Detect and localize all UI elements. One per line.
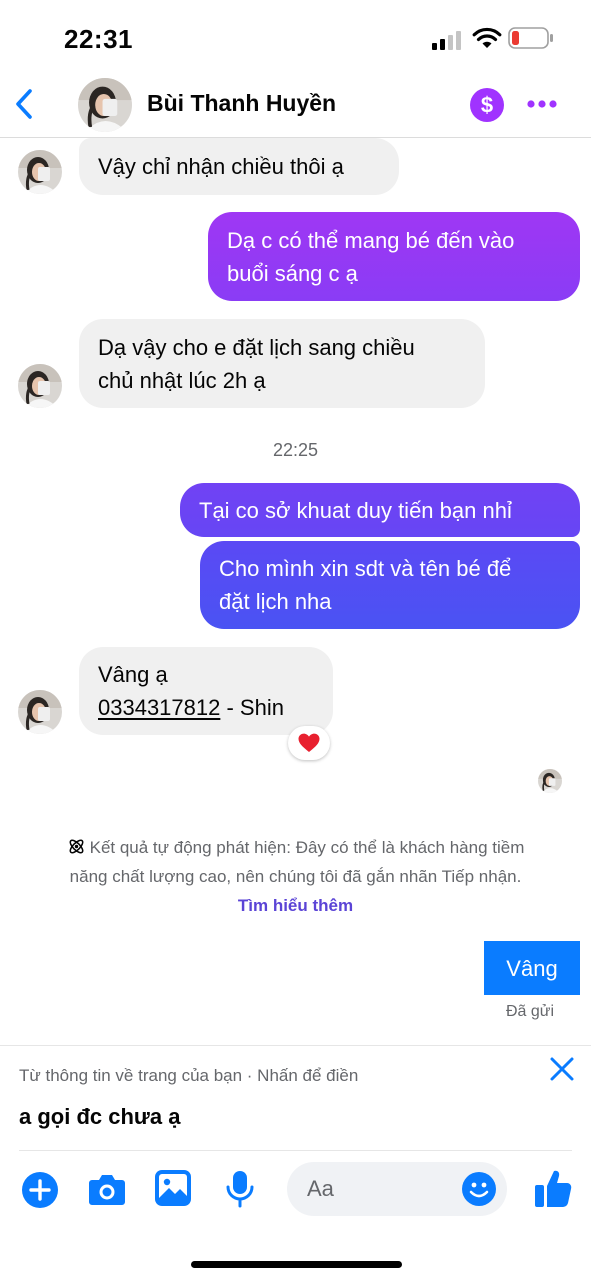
battery-icon [508, 27, 553, 49]
message-text: Cho mình xin sdt và tên bé để [219, 556, 512, 581]
message-text: Vâng [506, 955, 558, 981]
notice-text-line-1: Kết quả tự động phát hiện: Đây có thể là… [89, 838, 525, 857]
message-timestamp: 22:25 [272, 440, 319, 460]
wifi-icon [472, 27, 502, 48]
gallery-icon[interactable] [155, 1170, 191, 1206]
sender-avatar[interactable] [18, 690, 62, 734]
notice-text-line-2: năng chất lượng cao, nên chúng tôi đã gắ… [69, 867, 522, 886]
sender-avatar[interactable] [18, 150, 62, 194]
phone-number-link[interactable]: 0334317812 [98, 695, 220, 720]
message-input[interactable] [307, 1162, 457, 1216]
message-incoming[interactable]: Dạ vậy cho e đặt lịch sang chiều chủ nhậ… [79, 319, 485, 408]
thumbs-up-icon[interactable] [534, 1168, 572, 1208]
auto-detect-notice: Kết quả tự động phát hiện: Đây có thể là… [20, 833, 571, 920]
plus-icon[interactable] [22, 1172, 58, 1208]
message-outgoing[interactable]: Cho mình xin sdt và tên bé để đặt lịch n… [200, 541, 580, 629]
seen-indicator-avatar [538, 769, 562, 793]
suggested-reply-panel: Từ thông tin về trang của bạn · Nhấn để … [0, 1045, 591, 1151]
divider [19, 1150, 572, 1151]
message-text: buổi sáng c ạ [227, 260, 358, 286]
contact-avatar[interactable] [78, 78, 132, 132]
svg-text:$: $ [481, 93, 493, 118]
message-field[interactable] [287, 1162, 507, 1216]
contact-name[interactable]: Bùi Thanh Huyền [147, 90, 336, 117]
reaction-badge[interactable] [288, 726, 330, 760]
message-text: Dạ vậy cho e đặt lịch sang chiều [98, 334, 415, 360]
message-incoming[interactable]: Vâng ạ 0334317812 - Shin [79, 647, 333, 735]
conversation-header: Bùi Thanh Huyền $ [0, 72, 591, 138]
atom-icon [69, 839, 84, 854]
sent-status: Đã gửi [505, 1003, 555, 1020]
message-outgoing[interactable]: Dạ c có thể mang bé đến vào buổi sáng c … [208, 212, 580, 301]
dollar-icon[interactable]: $ [470, 88, 504, 122]
message-composer [0, 1158, 591, 1224]
status-bar: 22:31 [0, 0, 591, 72]
learn-more-link[interactable]: Tìm hiểu thêm [20, 891, 571, 920]
sender-avatar[interactable] [18, 364, 62, 408]
message-outgoing[interactable]: Tại co sở khuat duy tiến bạn nhỉ [180, 483, 580, 537]
close-icon[interactable] [549, 1056, 575, 1082]
message-text: Dạ c có thể mang bé đến vào [227, 227, 515, 253]
message-outgoing[interactable]: Vâng [484, 941, 580, 995]
message-text: - Shin [220, 695, 284, 720]
cellular-signal-icon [432, 31, 461, 50]
message-incoming[interactable]: Vậy chỉ nhận chiều thôi ạ [79, 138, 399, 195]
message-text: Vậy chỉ nhận chiều thôi ạ [98, 154, 344, 179]
suggested-reply[interactable]: a gọi đc chưa ạ [19, 1104, 180, 1130]
emoji-icon[interactable] [462, 1172, 496, 1206]
camera-icon[interactable] [88, 1172, 126, 1206]
suggestion-label: Từ thông tin về trang của bạn · Nhấn để … [19, 1066, 359, 1085]
more-options-icon[interactable] [526, 94, 558, 114]
message-text: Tại co sở khuat duy tiến bạn nhỉ [199, 497, 512, 523]
microphone-icon[interactable] [226, 1170, 254, 1208]
home-indicator [191, 1261, 402, 1268]
heart-icon [298, 733, 320, 752]
message-text: chủ nhật lúc 2h ạ [98, 367, 266, 393]
message-text: đặt lịch nha [219, 589, 332, 614]
message-text: Vâng ạ [98, 662, 168, 687]
back-arrow-icon[interactable] [8, 84, 40, 124]
status-time: 22:31 [64, 24, 133, 54]
